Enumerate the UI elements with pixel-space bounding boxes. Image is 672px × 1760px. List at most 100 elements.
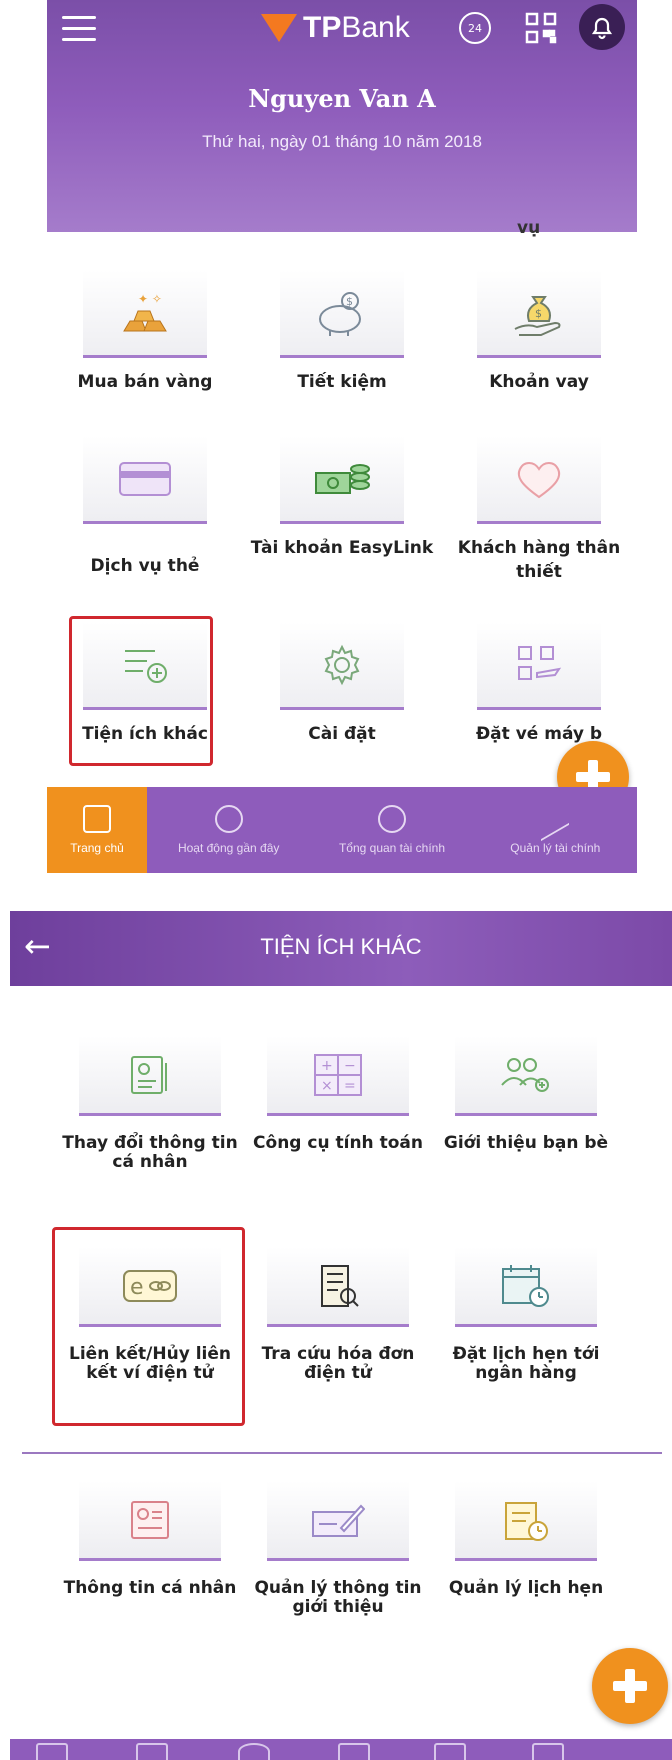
tile-flight-booking[interactable]: Đặt vé máy b: [441, 622, 637, 746]
nav-label: Hoạt động gần đây: [177, 841, 280, 855]
section-divider: [22, 1452, 662, 1454]
home-header: TPBank 24 Nguyen Van A Thứ hai, ngày 01 …: [47, 0, 637, 232]
tile-savings[interactable]: $ Tiết kiệm: [244, 270, 440, 394]
nav-recent-activity[interactable]: Hoạt động gần đây: [147, 787, 310, 873]
nav-home[interactable]: Trang chủ: [47, 787, 147, 873]
nav-financial-overview[interactable]: Tổng quan tài chính: [310, 787, 473, 873]
tile-icon-box: [280, 436, 404, 524]
other-utilities-screen: ← TIỆN ÍCH KHÁC Thay đổi thông tin cá nh…: [10, 911, 672, 1760]
friends-tab-icon[interactable]: [238, 1743, 270, 1760]
tpbank-logo: TPBank: [261, 8, 410, 48]
calculator-tab-icon[interactable]: [136, 1743, 168, 1760]
tile-easylink-account[interactable]: Tài khoản EasyLink: [244, 436, 440, 560]
tile-e-invoice-lookup[interactable]: Tra cứu hóa đơn điện tử: [240, 1247, 436, 1383]
calendar-tab-icon[interactable]: [532, 1743, 564, 1760]
tile-label: Đặt vé máy b: [475, 724, 603, 744]
tile-loyal-customer[interactable]: Khách hàng thân thiết: [441, 436, 637, 584]
tile-label: Giới thiệu bạn bè: [443, 1133, 609, 1153]
add-fab-button[interactable]: [592, 1648, 668, 1724]
tile-label: Tiết kiệm: [297, 372, 387, 392]
tile-change-personal-info[interactable]: Thay đổi thông tin cá nhân: [52, 1036, 248, 1172]
svg-text:$: $: [535, 307, 542, 320]
brand-suffix: Bank: [341, 11, 410, 44]
page-title: TIỆN ÍCH KHÁC: [260, 934, 422, 959]
tile-card-services[interactable]: Dịch vụ thẻ: [47, 436, 243, 578]
tile-label: Công cụ tính toán: [253, 1133, 423, 1153]
wallet-tab-icon[interactable]: [338, 1743, 370, 1760]
nav-finance-management[interactable]: Quản lý tài chính: [474, 787, 637, 873]
profile-card-icon: [131, 1500, 169, 1539]
hotline-icon[interactable]: 24: [459, 12, 491, 44]
svg-text:=: =: [344, 1078, 356, 1094]
calendar-clock-icon: [502, 1264, 549, 1307]
tile-icon-box: [280, 622, 404, 710]
svg-text:+: +: [321, 1058, 333, 1074]
menu-icon[interactable]: [62, 16, 96, 42]
tile-label: Quản lý lịch hẹn: [448, 1578, 604, 1598]
profile-edit-icon: [131, 1055, 167, 1094]
card-icon: [119, 461, 171, 496]
highlight-frame: [69, 616, 213, 766]
gear-icon: [324, 644, 360, 685]
tile-icon-box: [477, 622, 601, 710]
calculator-icon: + −× =: [314, 1053, 362, 1096]
nav-label: Quản lý tài chính: [510, 841, 601, 855]
tile-manage-referral-info[interactable]: Quản lý thông tin giới thiệu: [240, 1481, 436, 1617]
home-screen: TPBank 24 Nguyen Van A Thứ hai, ngày 01 …: [47, 0, 637, 873]
svg-text:$: $: [346, 295, 353, 308]
tile-icon-box: + − × =: [267, 1036, 409, 1116]
tile-label: Khách hàng thân thiết: [457, 538, 621, 582]
tile-label: Tra cứu hóa đơn điện tử: [261, 1344, 415, 1383]
tile-manage-appointments[interactable]: Quản lý lịch hẹn: [428, 1481, 624, 1598]
tile-gold-trading[interactable]: ✦ ✧ Mua bán vàng: [47, 270, 243, 394]
clock-icon: [214, 805, 243, 833]
tile-personal-info[interactable]: Thông tin cá nhân: [52, 1481, 248, 1598]
svg-text:✦ ✧: ✦ ✧: [138, 292, 162, 306]
nav-label: Tổng quan tài chính: [338, 841, 446, 855]
home-icon: [83, 805, 111, 833]
tile-label: Mua bán vàng: [77, 372, 213, 392]
svg-text:−: −: [344, 1058, 356, 1074]
referral-edit-icon: [312, 1504, 365, 1537]
tile-icon-box: [267, 1247, 409, 1327]
tile-icon-box: $: [280, 270, 404, 358]
svg-text:×: ×: [321, 1078, 333, 1094]
tile-icon-box: [455, 1247, 597, 1327]
plus-icon: [613, 1669, 647, 1703]
tile-book-appointment[interactable]: Đặt lịch hẹn tới ngân hàng: [428, 1247, 624, 1383]
heart-icon: [517, 461, 561, 498]
e-invoice-icon: [321, 1264, 359, 1307]
tile-loan[interactable]: $ Khoản vay: [441, 270, 637, 394]
tile-icon-box: [79, 1481, 221, 1561]
nav-label: Trang chủ: [70, 841, 124, 855]
tile-label: Tài khoản EasyLink: [250, 538, 434, 558]
tile-icon-box: $: [477, 270, 601, 358]
gold-bars-icon: ✦ ✧: [123, 292, 167, 331]
tile-icon-box: [83, 436, 207, 524]
tile-icon-box: ✦ ✧: [83, 270, 207, 358]
tile-icon-box: [455, 1481, 597, 1561]
tile-refer-friends[interactable]: Giới thiệu bạn bè: [428, 1036, 624, 1153]
tile-label: Thông tin cá nhân: [63, 1578, 237, 1598]
money-bag-hand-icon: $: [514, 295, 561, 336]
bottom-nav: [10, 1739, 672, 1760]
trend-icon: [541, 796, 570, 842]
qr-code-icon[interactable]: [523, 10, 559, 46]
notification-bell-icon[interactable]: [579, 4, 625, 50]
tile-label: Quản lý thông tin giới thiệu: [254, 1578, 422, 1617]
tile-icon-box: [267, 1481, 409, 1561]
piggy-bank-icon: $: [319, 291, 361, 336]
tile-label: Thay đổi thông tin cá nhân: [62, 1133, 238, 1172]
tile-label: Cài đặt: [308, 724, 376, 744]
tile-settings[interactable]: Cài đặt: [244, 622, 440, 746]
tile-calculator-tools[interactable]: + − × = Công cụ tính toán: [240, 1036, 436, 1153]
highlight-frame: [52, 1227, 245, 1426]
schedule-clock-icon: [505, 1501, 548, 1541]
bottom-nav: Trang chủ Hoạt động gần đây Tổng quan tà…: [47, 787, 637, 873]
brand-prefix: TP: [303, 11, 342, 44]
pie-chart-icon: [377, 805, 406, 833]
profile-tab-icon[interactable]: [36, 1743, 68, 1760]
invoice-tab-icon[interactable]: [434, 1743, 466, 1760]
user-name: Nguyen Van A: [248, 84, 436, 113]
cropped-label: vụ: [517, 218, 541, 238]
